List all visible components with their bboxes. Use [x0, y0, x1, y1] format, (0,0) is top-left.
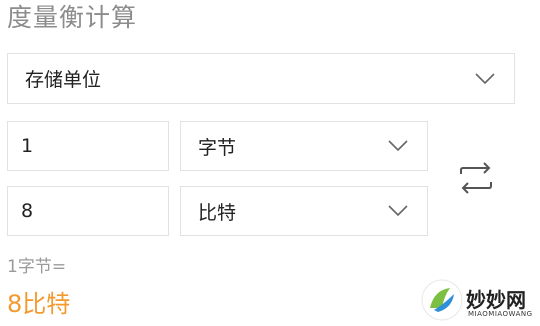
from-value-input[interactable]: [8, 135, 168, 157]
from-unit-select[interactable]: 字节: [180, 121, 428, 171]
swap-arrows-icon[interactable]: [458, 162, 494, 194]
chevron-down-icon: [475, 72, 495, 84]
watermark-subtext: MIAOMIAOWANG: [468, 310, 533, 318]
unit-type-select[interactable]: 存储单位: [7, 53, 515, 104]
unit-type-label: 存储单位: [25, 69, 102, 91]
to-value-input[interactable]: [8, 200, 168, 222]
chevron-down-icon: [388, 140, 408, 152]
result-value: 8比特: [7, 290, 71, 318]
to-unit-select[interactable]: 比特: [180, 186, 428, 236]
site-logo-icon: [421, 279, 463, 321]
from-value-field[interactable]: [7, 121, 169, 171]
to-value-field[interactable]: [7, 186, 169, 236]
watermark-text: 妙妙网: [466, 288, 526, 312]
to-unit-label: 比特: [198, 201, 237, 224]
watermark: 妙妙网 MIAOMIAOWANG: [412, 270, 540, 326]
from-unit-label: 字节: [198, 136, 237, 159]
converter-page: 度量衡计算 存储单位 字节 比特 1字节= 8比特: [0, 0, 540, 326]
result-formula: 1字节=: [7, 257, 67, 277]
chevron-down-icon: [388, 205, 408, 217]
page-title: 度量衡计算: [7, 3, 138, 32]
